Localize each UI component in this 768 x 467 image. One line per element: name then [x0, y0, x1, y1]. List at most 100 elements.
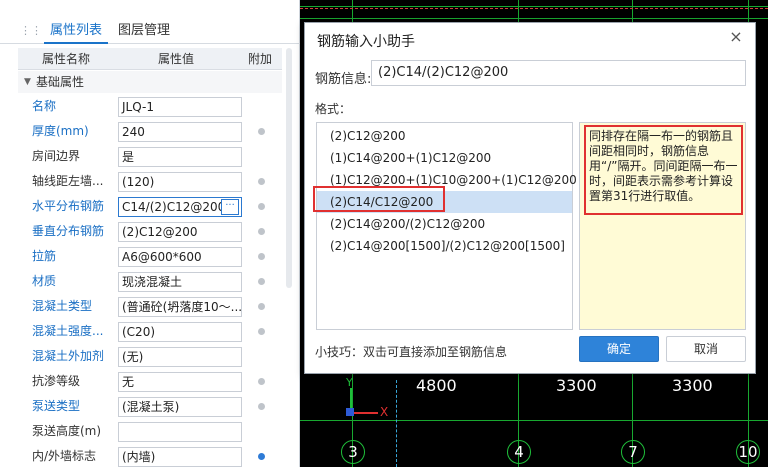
extra-checkbox[interactable] — [258, 253, 265, 260]
extra-checkbox[interactable] — [258, 228, 265, 235]
property-value-field[interactable]: 现浇混凝土 — [118, 272, 242, 292]
property-value-field[interactable]: C14/(2)C12@200 ··· — [118, 197, 242, 217]
cad-grid-line — [300, 18, 768, 19]
format-item[interactable]: (2)C12@200 — [317, 125, 572, 147]
property-row-material: 材质 现浇混凝土 — [18, 269, 282, 294]
property-label: 抗渗等级 — [32, 374, 81, 388]
close-icon[interactable]: × — [727, 28, 745, 46]
cad-grid-line — [300, 6, 768, 7]
property-label: 内/外墙标志 — [32, 449, 97, 463]
format-label: 格式： — [315, 102, 352, 116]
property-label: 混凝土强度... — [32, 324, 104, 338]
property-row-tie-bar: 拉筋 A6@600*600 — [18, 244, 282, 269]
highlight-box — [313, 186, 445, 212]
extra-checkbox[interactable] — [258, 278, 265, 285]
property-value-field[interactable]: A6@600*600 — [118, 247, 242, 267]
property-label: 水平分布钢筋 — [32, 199, 105, 213]
rebar-info-label: 钢筋信息: — [315, 72, 372, 87]
cad-grid-line — [300, 420, 768, 421]
extra-checkbox[interactable] — [258, 203, 265, 210]
property-group-basic[interactable]: ▼ 基础属性 — [18, 71, 282, 93]
extra-checkbox[interactable] — [258, 178, 265, 185]
extra-checkbox[interactable] — [258, 378, 265, 385]
property-table-header: 属性名称 属性值 附加 — [18, 48, 282, 70]
format-item[interactable]: (2)C14@200/(2)C12@200 — [317, 213, 572, 235]
axis-x-label: X — [380, 405, 389, 419]
property-label: 垂直分布钢筋 — [32, 224, 105, 238]
extra-checkbox[interactable] — [258, 453, 265, 460]
cancel-button[interactable]: 取消 — [666, 336, 746, 362]
format-item[interactable]: (1)C14@200+(1)C12@200 — [317, 147, 572, 169]
ok-button[interactable]: 确定 — [579, 336, 659, 362]
dialog-title: 钢筋输入小助手 — [317, 34, 415, 50]
property-value-field[interactable]: (内墙) — [118, 447, 242, 467]
property-value-field[interactable]: 无 — [118, 372, 242, 392]
panel-tabbar: ⋮⋮ 属性列表 图层管理 — [0, 18, 300, 44]
format-tip-text: 同排存在隔一布一的钢筋且间距相同时，钢筋信息用“/”隔开。同间距隔一布一时，间距… — [584, 125, 743, 215]
property-value-field[interactable]: JLQ-1 — [118, 97, 242, 117]
column-header-name: 属性名称 — [42, 52, 91, 66]
column-header-extra: 附加 — [248, 52, 273, 66]
property-value-field[interactable]: (普通砼(坍落度10～... — [118, 297, 242, 317]
dimension-label: 4800 — [416, 376, 457, 395]
property-value-field[interactable] — [118, 422, 242, 442]
ellipsis-button[interactable]: ··· — [221, 199, 239, 215]
property-label: 拉筋 — [32, 249, 57, 263]
property-value-field[interactable]: (混凝土泵) — [118, 397, 242, 417]
property-row-name: 名称 JLQ-1 — [18, 94, 282, 119]
tab-property-list[interactable]: 属性列表 — [44, 18, 109, 44]
property-panel: ⋮⋮ 属性列表 图层管理 属性名称 属性值 附加 ▼ 基础属性 名称 JLQ-1… — [0, 0, 300, 467]
axis-number-circle: 4 — [507, 440, 531, 464]
group-label: 基础属性 — [36, 75, 85, 89]
format-tip-panel: 同排存在隔一布一的钢筋且间距相同时，钢筋信息用“/”隔开。同间距隔一布一时，间距… — [579, 122, 746, 330]
property-value-field[interactable]: 是 — [118, 147, 242, 167]
usage-hint: 小技巧：双击可直接添加至钢筋信息 — [315, 345, 508, 359]
ucs-origin-icon — [346, 408, 354, 416]
axis-number-circle: 10 — [736, 440, 760, 464]
cad-dashed-line — [396, 380, 397, 467]
property-value-field[interactable]: 240 — [118, 122, 242, 142]
property-row-pump-type: 泵送类型 (混凝土泵) — [18, 394, 282, 419]
property-label: 名称 — [32, 99, 57, 113]
extra-checkbox[interactable] — [258, 128, 265, 135]
format-list[interactable]: (2)C12@200 (1)C14@200+(1)C12@200 (1)C12@… — [316, 122, 577, 330]
property-value-field[interactable]: (无) — [118, 347, 242, 367]
property-value-text: C14/(2)C12@200 — [122, 200, 226, 214]
property-row-horizontal-rebar: 水平分布钢筋 C14/(2)C12@200 ··· — [18, 194, 282, 219]
property-label: 泵送类型 — [32, 399, 81, 413]
property-row-concrete-admixture: 混凝土外加剂 (无) — [18, 344, 282, 369]
property-row-impermeability: 抗渗等级 无 — [18, 369, 282, 394]
dimension-label: 3300 — [556, 376, 597, 395]
property-row-vertical-rebar: 垂直分布钢筋 (2)C12@200 — [18, 219, 282, 244]
cad-dashed-line — [300, 8, 768, 9]
property-value-field[interactable]: (C20) — [118, 322, 242, 342]
drag-grip-icon[interactable]: ⋮⋮ — [20, 24, 42, 38]
extra-checkbox[interactable] — [258, 403, 265, 410]
property-label: 轴线距左墙... — [32, 174, 104, 188]
extra-checkbox[interactable] — [258, 328, 265, 335]
property-row-concrete-type: 混凝土类型 (普通砼(坍落度10～... — [18, 294, 282, 319]
dimension-label: 3300 — [672, 376, 713, 395]
property-row-room-boundary: 房间边界 是 — [18, 144, 282, 169]
property-label: 材质 — [32, 274, 57, 288]
column-header-value: 属性值 — [158, 52, 195, 66]
panel-scrollbar[interactable] — [286, 48, 292, 288]
rebar-input-dialog: 钢筋输入小助手 × 钢筋信息: (2)C14/(2)C12@200 格式： (2… — [304, 22, 756, 374]
property-row-axis-offset: 轴线距左墙... (120) — [18, 169, 282, 194]
tab-layer-management[interactable]: 图层管理 — [112, 18, 176, 44]
property-label: 厚度(mm) — [32, 124, 89, 138]
axis-number-circle: 7 — [621, 440, 645, 464]
property-label: 混凝土外加剂 — [32, 349, 105, 363]
property-value-field[interactable]: (120) — [118, 172, 242, 192]
format-item[interactable]: (2)C14@200[1500]/(2)C12@200[1500] — [317, 235, 572, 257]
property-label: 混凝土类型 — [32, 299, 93, 313]
property-label: 泵送高度(m) — [32, 424, 102, 438]
rebar-info-input[interactable]: (2)C14/(2)C12@200 — [371, 60, 746, 86]
property-row-thickness: 厚度(mm) 240 — [18, 119, 282, 144]
collapse-caret-icon[interactable]: ▼ — [24, 71, 31, 93]
property-row-concrete-strength: 混凝土强度... (C20) — [18, 319, 282, 344]
property-label: 房间边界 — [32, 149, 81, 163]
extra-checkbox[interactable] — [258, 303, 265, 310]
property-row-wall-flag: 内/外墙标志 (内墙) — [18, 444, 282, 467]
property-value-field[interactable]: (2)C12@200 — [118, 222, 242, 242]
